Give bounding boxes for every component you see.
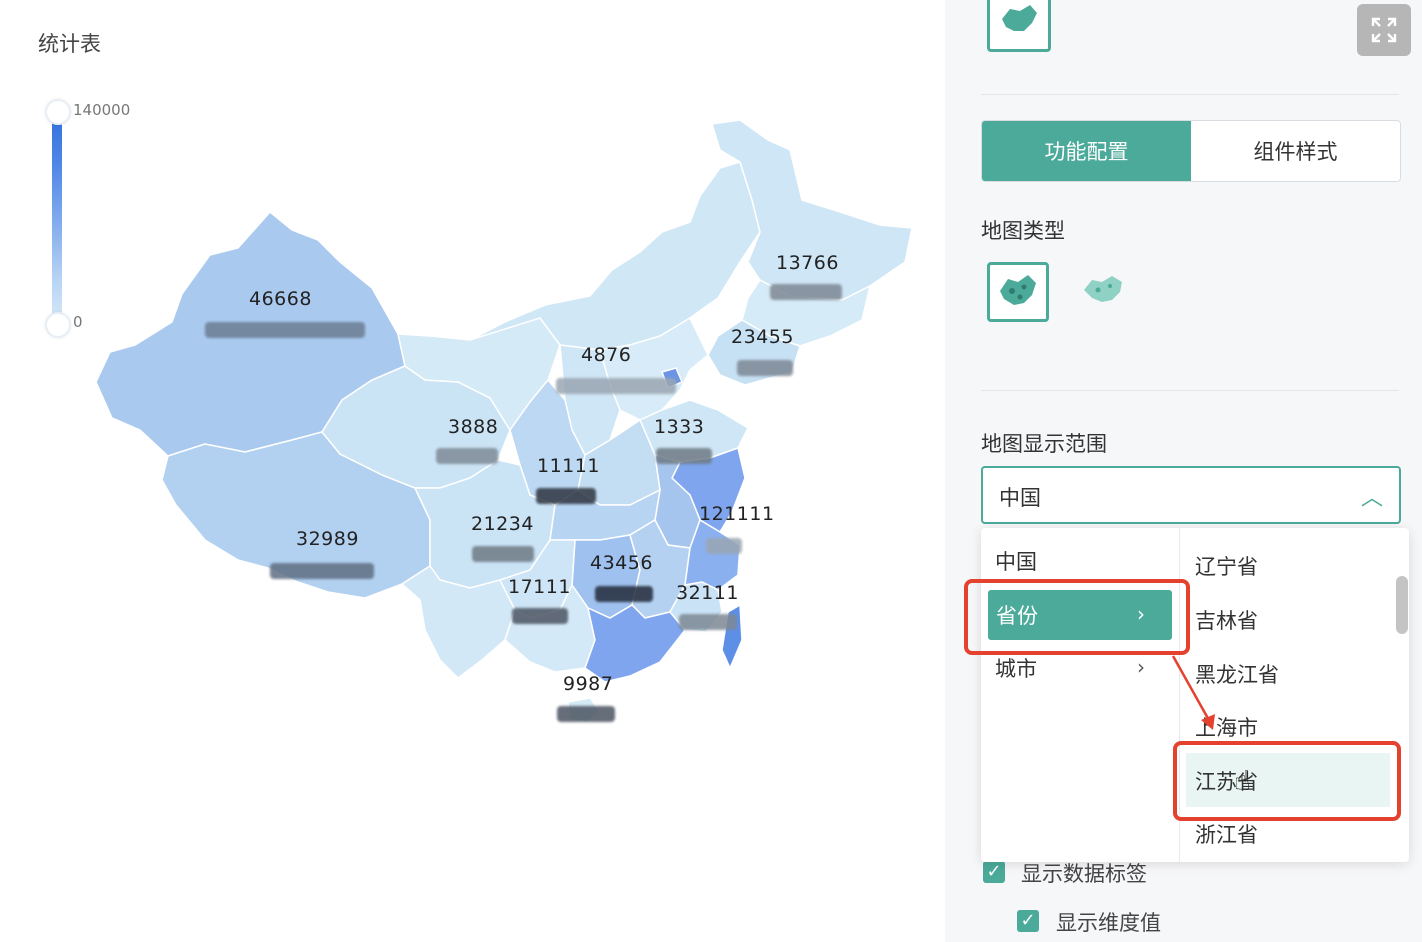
label-hunan: 43456 [590, 552, 653, 574]
map-type-label: 地图类型 [981, 219, 1065, 243]
map-type-region-option[interactable] [987, 262, 1049, 322]
label-tibet: 32989 [296, 528, 359, 550]
label-beijing: 4876 [581, 344, 632, 366]
map-range-value: 中国 [999, 486, 1041, 510]
map-range-label: 地图显示范围 [981, 432, 1107, 456]
label-shandong: 1333 [654, 416, 705, 438]
label-sichuan: 21234 [471, 513, 534, 535]
show-dimension-value-label: 显示维度值 [1056, 911, 1161, 935]
config-tabs: 功能配置 组件样式 [981, 120, 1401, 182]
tab-component-style[interactable]: 组件样式 [1191, 121, 1400, 181]
china-scatter-map-icon [1084, 276, 1122, 302]
label-heilongjiang-name-redacted [770, 284, 842, 300]
label-guizhou: 17111 [508, 576, 571, 598]
map-chart-area: 统计表 140000 0 46668 32989 13766 23455 487… [0, 0, 945, 942]
annotation-arrow-icon [1171, 655, 1215, 730]
china-region-map-icon [1000, 275, 1036, 305]
map-range-select[interactable]: 中国 ︿ [981, 466, 1401, 524]
label-jiangsu-name-redacted [706, 538, 742, 554]
dropdown-option-china[interactable]: 中国 [995, 546, 1037, 576]
label-gansu-name-redacted [436, 448, 498, 464]
region-inner-mongolia[interactable] [469, 161, 761, 351]
chevron-right-icon: › [1137, 655, 1145, 679]
label-guangdong: 9987 [563, 673, 614, 695]
dropdown-option-zhejiang[interactable]: 浙江省 [1195, 819, 1258, 849]
highlight-box-province [964, 579, 1190, 655]
label-tibet-name-redacted [270, 563, 374, 579]
divider [981, 390, 1399, 391]
label-fujian-name-redacted [679, 614, 737, 630]
tab-function-config[interactable]: 功能配置 [982, 121, 1191, 181]
label-shaanxi: 11111 [537, 455, 600, 477]
label-guizhou-name-redacted [512, 608, 568, 624]
chevron-up-icon[interactable]: ︿ [1361, 480, 1383, 512]
label-liaoning-name-redacted [737, 360, 793, 376]
label-heilongjiang: 13766 [776, 252, 839, 274]
expand-icon[interactable] [1357, 4, 1411, 56]
label-xinjiang-name-redacted [205, 322, 365, 338]
dropdown-option-city[interactable]: 城市 [995, 653, 1037, 683]
label-guangdong-name-redacted [557, 706, 615, 722]
label-jiangsu: 121111 [699, 503, 775, 525]
chart-type-map-thumbnail[interactable] [987, 0, 1051, 52]
divider [981, 94, 1399, 95]
show-data-labels-checkbox[interactable]: ✓ [983, 861, 1005, 883]
china-map [95, 119, 913, 723]
label-beijing-name-redacted [556, 378, 676, 394]
label-xinjiang: 46668 [249, 288, 312, 310]
china-map-icon [1002, 5, 1037, 31]
label-shaanxi-name-redacted [536, 488, 596, 504]
show-dimension-value-checkbox[interactable]: ✓ [1017, 910, 1039, 932]
label-shandong-name-redacted [656, 448, 712, 464]
dropdown-scrollbar[interactable] [1396, 576, 1408, 634]
label-fujian: 32111 [676, 582, 739, 604]
dropdown-option-jilin[interactable]: 吉林省 [1195, 605, 1258, 635]
highlight-box-jiangsu [1173, 741, 1401, 821]
label-liaoning: 23455 [731, 326, 794, 348]
label-hunan-name-redacted [595, 586, 653, 602]
dropdown-option-liaoning[interactable]: 辽宁省 [1195, 551, 1258, 581]
hand-cursor-icon: ☝ [1234, 764, 1252, 797]
label-sichuan-name-redacted [472, 546, 534, 562]
fullscreen-icon [1371, 17, 1397, 43]
region-guangdong[interactable] [584, 604, 686, 683]
show-data-labels-label: 显示数据标签 [1021, 862, 1147, 886]
label-gansu: 3888 [448, 416, 499, 438]
map-type-scatter-option[interactable] [1080, 268, 1130, 312]
